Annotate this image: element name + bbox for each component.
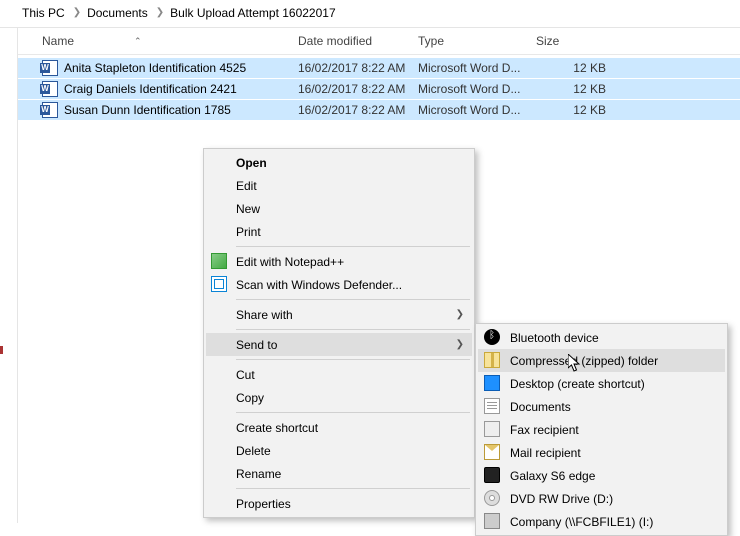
mail-icon bbox=[484, 444, 500, 460]
file-date: 16/02/2017 8:22 AM bbox=[298, 82, 418, 96]
documents-icon bbox=[484, 398, 500, 414]
menu-item-new[interactable]: New bbox=[206, 197, 472, 220]
nav-pane-collapsed[interactable] bbox=[0, 28, 18, 523]
file-size: 12 KB bbox=[536, 103, 606, 117]
submenu-item-bluetooth[interactable]: ᛒ Bluetooth device bbox=[478, 326, 725, 349]
sort-caret-icon: ⌃ bbox=[134, 36, 142, 47]
menu-separator bbox=[236, 299, 470, 300]
menu-item-send-to[interactable]: Send to ❯ bbox=[206, 333, 472, 356]
file-date: 16/02/2017 8:22 AM bbox=[298, 61, 418, 75]
menu-item-share-with[interactable]: Share with ❯ bbox=[206, 303, 472, 326]
menu-item-rename[interactable]: Rename bbox=[206, 462, 472, 485]
zip-folder-icon bbox=[484, 352, 500, 368]
column-header-date[interactable]: Date modified bbox=[298, 34, 418, 48]
menu-item-print[interactable]: Print bbox=[206, 220, 472, 243]
file-row[interactable]: Susan Dunn Identification 1785 16/02/201… bbox=[18, 99, 740, 120]
phone-icon bbox=[484, 467, 500, 483]
file-row[interactable]: Anita Stapleton Identification 4525 16/0… bbox=[18, 57, 740, 78]
menu-separator bbox=[236, 359, 470, 360]
breadcrumb-item[interactable]: This PC bbox=[22, 6, 65, 20]
defender-icon bbox=[211, 276, 227, 292]
dvd-icon bbox=[484, 490, 500, 506]
file-date: 16/02/2017 8:22 AM bbox=[298, 103, 418, 117]
column-header-name[interactable]: Name ⌃ bbox=[42, 34, 298, 48]
menu-separator bbox=[236, 488, 470, 489]
column-headers: Name ⌃ Date modified Type Size bbox=[18, 28, 740, 55]
file-name: Susan Dunn Identification 1785 bbox=[64, 103, 298, 117]
submenu-item-dvd-drive[interactable]: DVD RW Drive (D:) bbox=[478, 487, 725, 510]
file-type: Microsoft Word D... bbox=[418, 61, 536, 75]
submenu-item-desktop-shortcut[interactable]: Desktop (create shortcut) bbox=[478, 372, 725, 395]
menu-item-edit-notepadpp[interactable]: Edit with Notepad++ bbox=[206, 250, 472, 273]
submenu-item-mail[interactable]: Mail recipient bbox=[478, 441, 725, 464]
menu-item-create-shortcut[interactable]: Create shortcut bbox=[206, 416, 472, 439]
file-type: Microsoft Word D... bbox=[418, 82, 536, 96]
word-doc-icon bbox=[42, 102, 58, 118]
menu-item-copy[interactable]: Copy bbox=[206, 386, 472, 409]
chevron-right-icon: ❯ bbox=[456, 339, 464, 350]
context-menu: Open Edit New Print Edit with Notepad++ … bbox=[203, 148, 475, 518]
menu-item-edit[interactable]: Edit bbox=[206, 174, 472, 197]
context-submenu-send-to: ᛒ Bluetooth device Compressed (zipped) f… bbox=[475, 323, 728, 536]
chevron-right-icon: ❯ bbox=[456, 309, 464, 320]
file-name: Craig Daniels Identification 2421 bbox=[64, 82, 298, 96]
word-doc-icon bbox=[42, 81, 58, 97]
menu-item-cut[interactable]: Cut bbox=[206, 363, 472, 386]
file-type: Microsoft Word D... bbox=[418, 103, 536, 117]
network-drive-icon bbox=[484, 513, 500, 529]
menu-separator bbox=[236, 329, 470, 330]
breadcrumb[interactable]: This PC ❯ Documents ❯ Bulk Upload Attemp… bbox=[0, 0, 740, 28]
menu-separator bbox=[236, 412, 470, 413]
file-size: 12 KB bbox=[536, 82, 606, 96]
desktop-icon bbox=[484, 375, 500, 391]
submenu-item-compressed-folder[interactable]: Compressed (zipped) folder bbox=[478, 349, 725, 372]
menu-separator bbox=[236, 246, 470, 247]
breadcrumb-item[interactable]: Documents bbox=[87, 6, 148, 20]
chevron-right-icon: ❯ bbox=[73, 7, 81, 18]
fax-icon bbox=[484, 421, 500, 437]
submenu-item-fax[interactable]: Fax recipient bbox=[478, 418, 725, 441]
word-doc-icon bbox=[42, 60, 58, 76]
file-list: Anita Stapleton Identification 4525 16/0… bbox=[18, 55, 740, 120]
menu-item-properties[interactable]: Properties bbox=[206, 492, 472, 515]
marker-icon bbox=[0, 346, 3, 354]
menu-item-delete[interactable]: Delete bbox=[206, 439, 472, 462]
submenu-item-galaxy[interactable]: Galaxy S6 edge bbox=[478, 464, 725, 487]
file-name: Anita Stapleton Identification 4525 bbox=[64, 61, 298, 75]
column-header-type[interactable]: Type bbox=[418, 34, 536, 48]
menu-item-open[interactable]: Open bbox=[206, 151, 472, 174]
bluetooth-icon: ᛒ bbox=[484, 329, 500, 345]
file-row[interactable]: Craig Daniels Identification 2421 16/02/… bbox=[18, 78, 740, 99]
breadcrumb-item[interactable]: Bulk Upload Attempt 16022017 bbox=[170, 6, 335, 20]
submenu-item-network-drive[interactable]: Company (\\FCBFILE1) (I:) bbox=[478, 510, 725, 533]
menu-item-scan-defender[interactable]: Scan with Windows Defender... bbox=[206, 273, 472, 296]
chevron-right-icon: ❯ bbox=[156, 7, 164, 18]
submenu-item-documents[interactable]: Documents bbox=[478, 395, 725, 418]
notepadpp-icon bbox=[211, 253, 227, 269]
file-size: 12 KB bbox=[536, 61, 606, 75]
column-header-size[interactable]: Size bbox=[536, 34, 616, 48]
